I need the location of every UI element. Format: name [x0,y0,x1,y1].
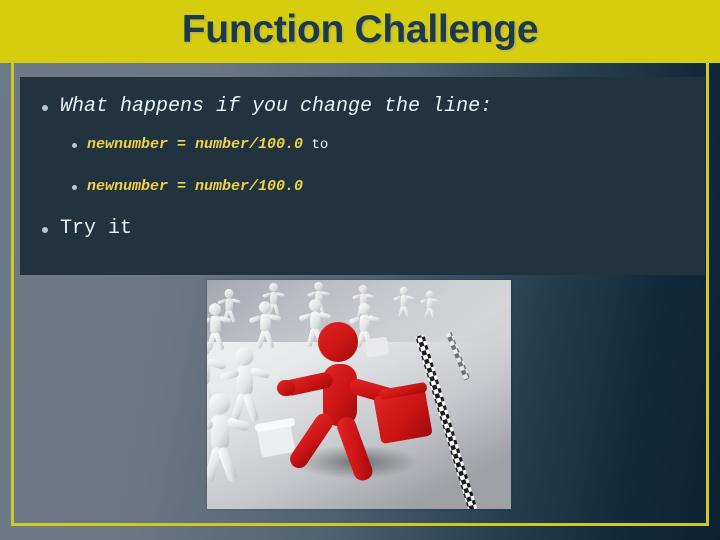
list-item-label: Try it [60,217,133,240]
list-item-trailing: to [311,137,329,153]
frame-rail-left [11,60,14,526]
content-panel: What happens if you change the line: new… [20,77,705,275]
bullet-dot-icon [72,143,77,148]
page-title: Function Challenge [181,8,539,51]
list-item: newnumber = number/100.0 to [72,136,328,153]
list-item-code: newnumber = number/100.0 [87,178,304,195]
frame-rail-right [706,60,709,526]
red-figure-leading-crowd-illustration [207,280,511,509]
list-item: What happens if you change the line: [42,95,492,118]
title-band: Function Challenge [0,0,720,63]
bullet-list: What happens if you change the line: new… [20,77,705,275]
slide: Function Challenge What happens if you c… [0,0,720,540]
slide-image [207,280,511,509]
list-item: Try it [42,217,132,240]
list-item-code: newnumber = number/100.0 [87,136,304,153]
bullet-dot-icon [72,185,77,190]
list-item-label: What happens if you change the line: [60,95,493,118]
list-item: newnumber = number/100.0 [72,178,303,195]
frame-rail-bottom [11,523,709,526]
bullet-dot-icon [42,105,48,111]
bullet-dot-icon [42,227,48,233]
